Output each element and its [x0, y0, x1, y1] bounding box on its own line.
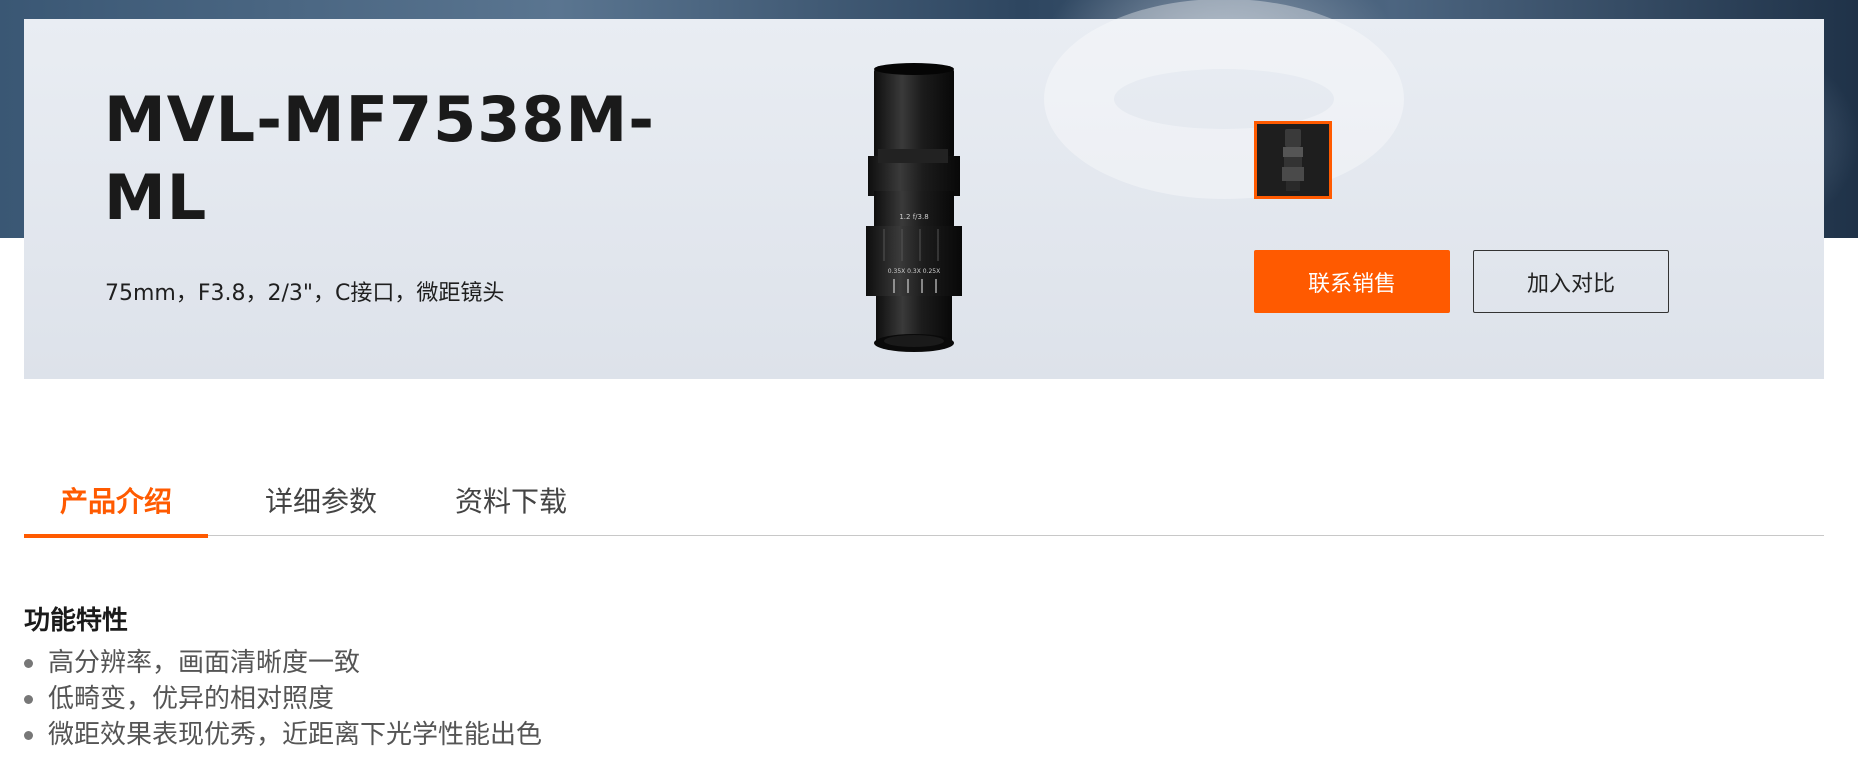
- tab-detailed-specs[interactable]: 详细参数: [236, 480, 406, 536]
- lens-marking-text: 1.2 f/3.8: [899, 213, 928, 221]
- product-subtitle: 75mm，F3.8，2/3"，C接口，微距镜头: [105, 281, 505, 306]
- feature-item: 微距效果表现优秀，近距离下光学性能出色: [24, 717, 542, 753]
- lens-product-image: 1.2 f/3.8 0.35X 0.3X 0.25X: [866, 63, 962, 352]
- features-heading: 功能特性: [24, 606, 129, 636]
- product-tabs: 产品介绍 详细参数 资料下载: [24, 470, 1824, 538]
- lens-thumbnail[interactable]: [1254, 121, 1332, 199]
- product-hero-card: MVL-MF7538M-ML 75mm，F3.8，2/3"，C接口，微距镜头 1…: [24, 0, 1824, 379]
- feature-item: 低畸变，优异的相对照度: [24, 681, 542, 717]
- lens-scale-text: 0.35X 0.3X 0.25X: [888, 268, 940, 275]
- add-to-compare-button[interactable]: 加入对比: [1473, 250, 1669, 313]
- decorative-ring: [1044, 0, 1404, 199]
- tab-downloads[interactable]: 资料下载: [426, 480, 596, 536]
- lens-thumbnail-icon: [1282, 129, 1304, 191]
- tab-product-intro[interactable]: 产品介绍: [24, 480, 208, 538]
- contact-sales-button[interactable]: 联系销售: [1254, 250, 1450, 313]
- product-title: MVL-MF7538M-ML: [104, 83, 655, 234]
- feature-item: 高分辨率，画面清晰度一致: [24, 645, 542, 681]
- features-list: 高分辨率，画面清晰度一致 低畸变，优异的相对照度 微距效果表现优秀，近距离下光学…: [24, 645, 542, 753]
